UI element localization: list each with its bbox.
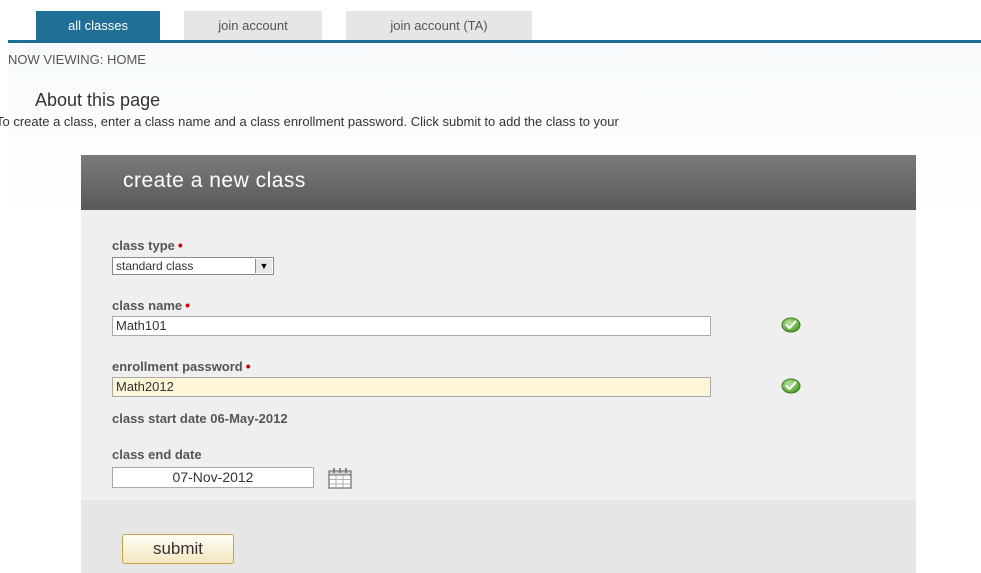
class-start-date: class start date 06-May-2012 (112, 411, 288, 426)
required-marker: • (185, 297, 191, 313)
panel-header: create a new class (81, 155, 916, 210)
breadcrumb: NOW VIEWING: HOME (8, 52, 146, 67)
tab-join-account-ta[interactable]: join account (TA) (346, 11, 532, 41)
required-marker: • (177, 237, 183, 253)
class-name-label: class name • (112, 297, 190, 313)
page-description: To create a class, enter a class name an… (0, 114, 619, 129)
enrollment-password-input[interactable]: Math2012 (112, 377, 711, 397)
class-type-label: class type • (112, 237, 183, 253)
chevron-down-icon[interactable]: ▼ (255, 259, 272, 273)
create-class-panel: create a new class class type • standard … (81, 155, 916, 573)
submit-button[interactable]: submit (122, 534, 234, 564)
panel-title: create a new class (123, 169, 306, 192)
tab-join-account[interactable]: join account (184, 11, 322, 41)
tab-bar: all classes join account join account (T… (0, 0, 981, 43)
check-icon (781, 378, 801, 394)
class-type-value: standard class (116, 259, 194, 273)
calendar-icon[interactable] (327, 467, 353, 489)
tab-all-classes[interactable]: all classes (36, 11, 160, 41)
enrollment-password-label-text: enrollment password (112, 359, 243, 374)
class-name-input[interactable]: Math101 (112, 316, 711, 336)
class-type-label-text: class type (112, 238, 175, 253)
class-name-label-text: class name (112, 298, 183, 313)
enrollment-password-label: enrollment password • (112, 358, 251, 374)
class-end-date-label: class end date (112, 447, 202, 462)
class-type-select[interactable]: standard class ▼ (112, 257, 274, 275)
page-title: About this page (35, 90, 161, 110)
check-icon (781, 317, 801, 333)
required-marker: • (245, 358, 251, 374)
class-end-date-input[interactable]: 07-Nov-2012 (112, 467, 314, 488)
